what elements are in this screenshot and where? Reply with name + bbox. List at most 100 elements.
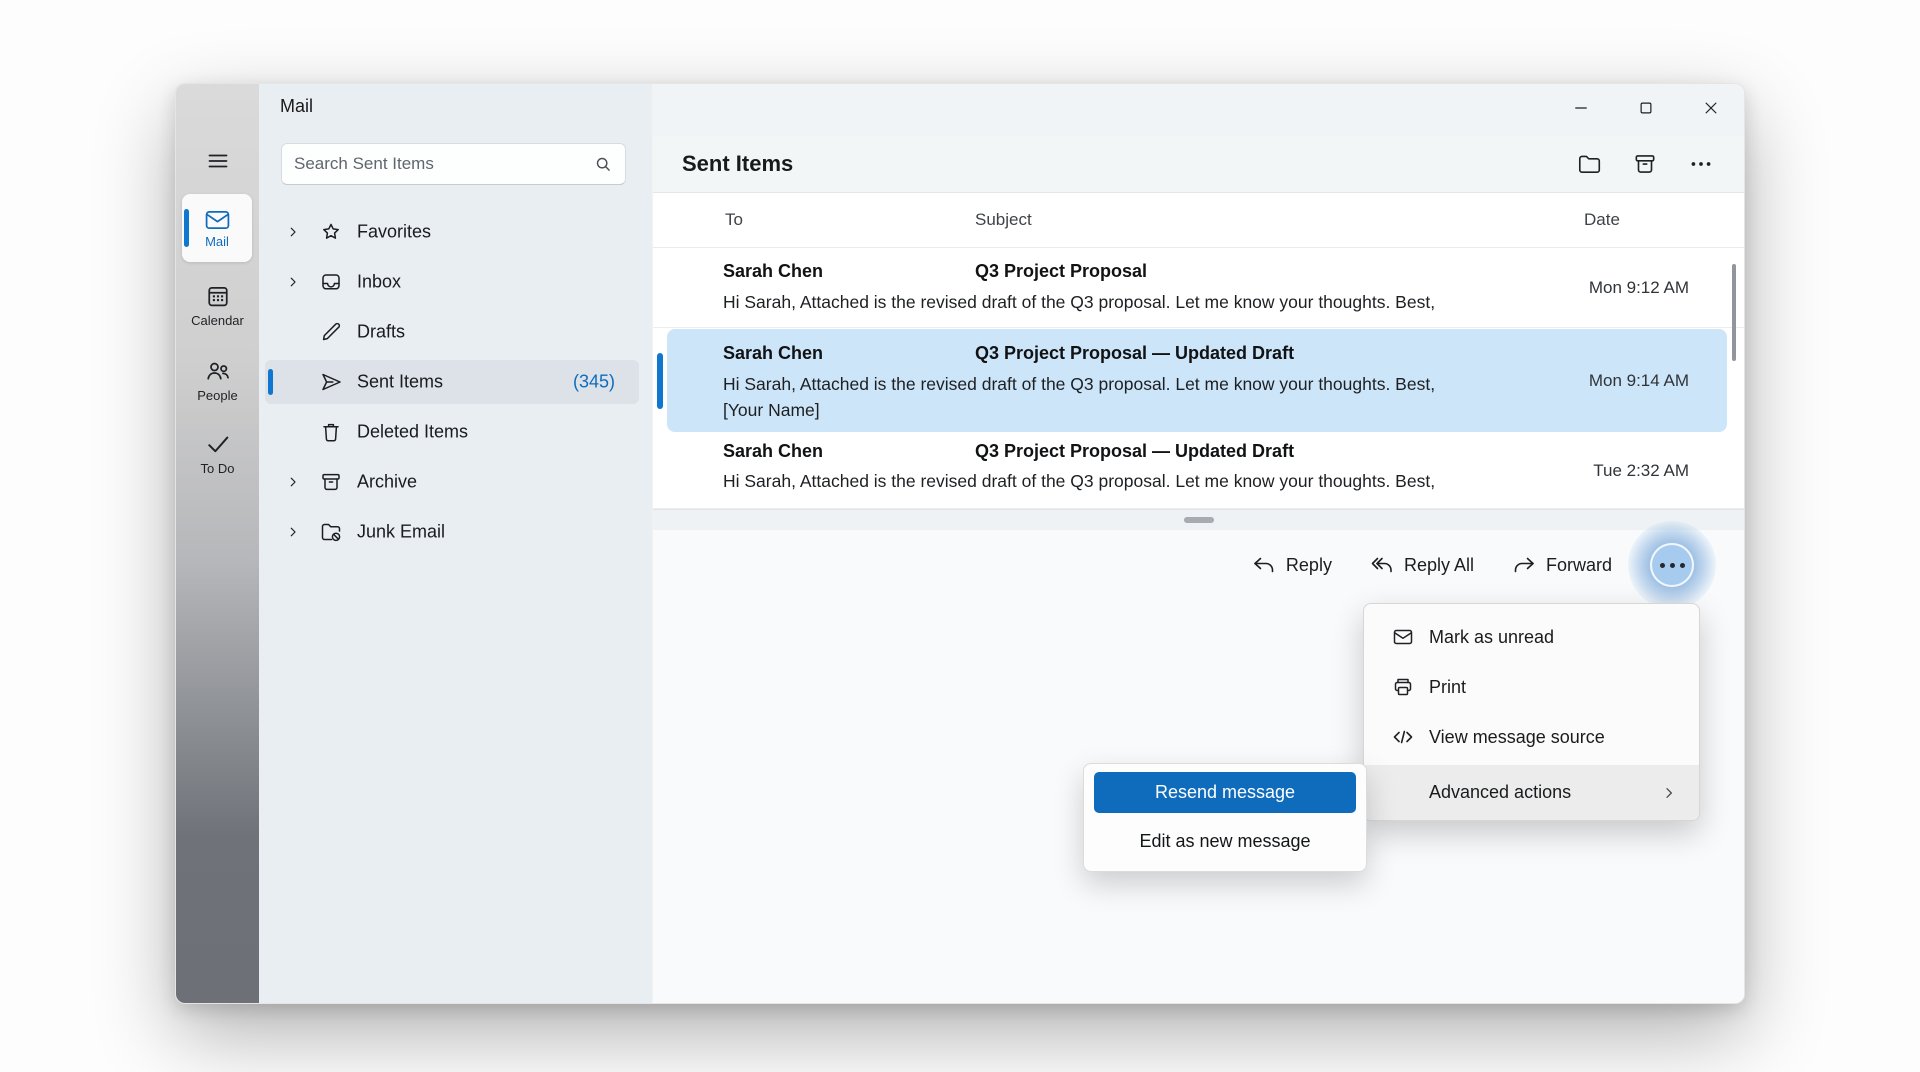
menu-item-mark-as-unread[interactable]: Mark as unread: [1364, 612, 1699, 662]
submenu-item-edit-as-new-message[interactable]: Edit as new message: [1084, 817, 1366, 865]
folder-count-badge: (345): [573, 372, 615, 393]
folder-sent-items[interactable]: Sent Items (345): [265, 360, 639, 404]
menu-item-label: View message source: [1429, 727, 1605, 748]
menu-item-label: Print: [1429, 677, 1466, 698]
reply-all-icon: [1370, 553, 1394, 577]
hamburger-icon: [206, 149, 230, 173]
folder-inbox[interactable]: Inbox: [265, 260, 639, 304]
archive-button[interactable]: [1627, 146, 1663, 182]
rail-item-calendar[interactable]: Calendar: [176, 282, 259, 328]
selected-folder-indicator: [268, 369, 273, 395]
close-icon: [1702, 99, 1720, 117]
message-subject: Q3 Project Proposal — Updated Draft: [975, 441, 1294, 462]
pencil-icon: [319, 320, 343, 344]
menu-item-print[interactable]: Print: [1364, 662, 1699, 712]
hamburger-menu-button[interactable]: [176, 144, 259, 178]
todo-check-icon: [176, 430, 259, 458]
trash-icon: [319, 420, 343, 444]
folder-label: Junk Email: [357, 522, 445, 543]
list-header: Sent Items: [653, 136, 1744, 193]
ellipsis-dot: [1660, 563, 1665, 568]
folder-label: Sent Items: [357, 372, 443, 393]
folder-label: Favorites: [357, 222, 431, 243]
rail-selected-indicator: [184, 209, 189, 247]
submenu-item-label: Resend message: [1155, 782, 1295, 803]
ellipsis-dot: [1670, 563, 1675, 568]
archive-icon: [319, 470, 343, 494]
app-rail: Mail Calendar People To Do: [176, 84, 259, 1003]
message-subject: Q3 Project Proposal — Updated Draft: [975, 343, 1294, 364]
printer-icon: [1391, 675, 1415, 699]
folder-icon: [1576, 151, 1602, 177]
advanced-actions-submenu: Resend message Edit as new message: [1083, 763, 1367, 872]
folder-junk-email[interactable]: Junk Email: [265, 510, 639, 554]
reply-all-button[interactable]: Reply All: [1370, 553, 1474, 577]
window-titlebar: [653, 84, 1744, 136]
maximize-icon: [1637, 99, 1655, 117]
search-icon: [593, 154, 613, 174]
chevron-right-icon: [286, 275, 300, 289]
reply-icon: [1252, 553, 1276, 577]
header-toolbar: [1571, 146, 1719, 182]
message-preview-line2: [Your Name]: [723, 400, 820, 421]
junk-folder-icon: [319, 520, 343, 544]
menu-item-view-message-source[interactable]: View message source: [1364, 712, 1699, 762]
message-subject: Q3 Project Proposal: [975, 261, 1147, 282]
mail-icon: [204, 208, 231, 232]
column-header-to[interactable]: To: [725, 210, 743, 230]
pane-splitter[interactable]: [653, 509, 1744, 530]
message-date: Mon 9:12 AM: [1589, 278, 1689, 298]
folder-archive[interactable]: Archive: [265, 460, 639, 504]
list-scrollbar[interactable]: [1732, 264, 1736, 361]
close-button[interactable]: [1691, 90, 1731, 126]
more-actions-menu: Mark as unread Print View message source…: [1363, 603, 1700, 821]
reply-all-label: Reply All: [1404, 555, 1474, 576]
minimize-icon: [1572, 99, 1590, 117]
folder-favorites[interactable]: Favorites: [265, 210, 639, 254]
message-actions-toolbar: Reply Reply All Forward: [1252, 530, 1744, 600]
more-actions-button[interactable]: [1650, 543, 1694, 587]
rail-item-todo[interactable]: To Do: [176, 430, 259, 476]
mail-app-window: Mail Calendar People To Do: [175, 83, 1745, 1004]
inbox-icon: [319, 270, 343, 294]
page-title: Sent Items: [682, 151, 793, 177]
message-date: Tue 2:32 AM: [1593, 461, 1689, 481]
folder-drafts[interactable]: Drafts: [265, 310, 639, 354]
message-row[interactable]: Sarah Chen Q3 Project Proposal Hi Sarah,…: [653, 248, 1744, 328]
menu-item-advanced-actions[interactable]: Advanced actions: [1364, 765, 1699, 820]
column-header-date[interactable]: Date: [1584, 210, 1620, 230]
forward-button[interactable]: Forward: [1512, 553, 1612, 577]
message-sender: Sarah Chen: [723, 343, 823, 364]
message-preview: Hi Sarah, Attached is the revised draft …: [723, 374, 1435, 395]
archive-box-icon: [1632, 151, 1658, 177]
message-row[interactable]: Sarah Chen Q3 Project Proposal — Updated…: [653, 434, 1744, 509]
code-icon: [1391, 725, 1415, 749]
ellipsis-dot: [1680, 563, 1685, 568]
move-to-folder-button[interactable]: [1571, 146, 1607, 182]
forward-label: Forward: [1546, 555, 1612, 576]
menu-item-label: Advanced actions: [1429, 782, 1571, 803]
more-actions-highlight: [1650, 543, 1694, 587]
submenu-item-resend-message[interactable]: Resend message: [1094, 772, 1356, 813]
folder-tree: Favorites Inbox Drafts Sent Items (345): [265, 210, 639, 560]
folder-label: Drafts: [357, 322, 405, 343]
message-preview: Hi Sarah, Attached is the revised draft …: [723, 292, 1435, 313]
list-more-options-button[interactable]: [1683, 146, 1719, 182]
maximize-button[interactable]: [1626, 90, 1666, 126]
column-headers: To Subject Date: [653, 193, 1744, 248]
submenu-chevron-icon: [1661, 785, 1677, 801]
desktop: Mail Calendar People To Do: [0, 0, 1920, 1072]
rail-item-label: To Do: [176, 461, 259, 476]
rail-item-mail[interactable]: Mail: [182, 194, 252, 262]
ellipsis-icon: [1688, 151, 1714, 177]
reply-button[interactable]: Reply: [1252, 553, 1332, 577]
message-row-selected[interactable]: Sarah Chen Q3 Project Proposal — Updated…: [653, 328, 1744, 434]
rail-item-label: People: [176, 388, 259, 403]
minimize-button[interactable]: [1561, 90, 1601, 126]
folder-deleted-items[interactable]: Deleted Items: [265, 410, 639, 454]
rail-item-people[interactable]: People: [176, 357, 259, 403]
column-header-subject[interactable]: Subject: [975, 210, 1032, 230]
splitter-handle[interactable]: [1184, 517, 1214, 523]
search-input[interactable]: [294, 154, 593, 174]
rail-item-label: Calendar: [176, 313, 259, 328]
